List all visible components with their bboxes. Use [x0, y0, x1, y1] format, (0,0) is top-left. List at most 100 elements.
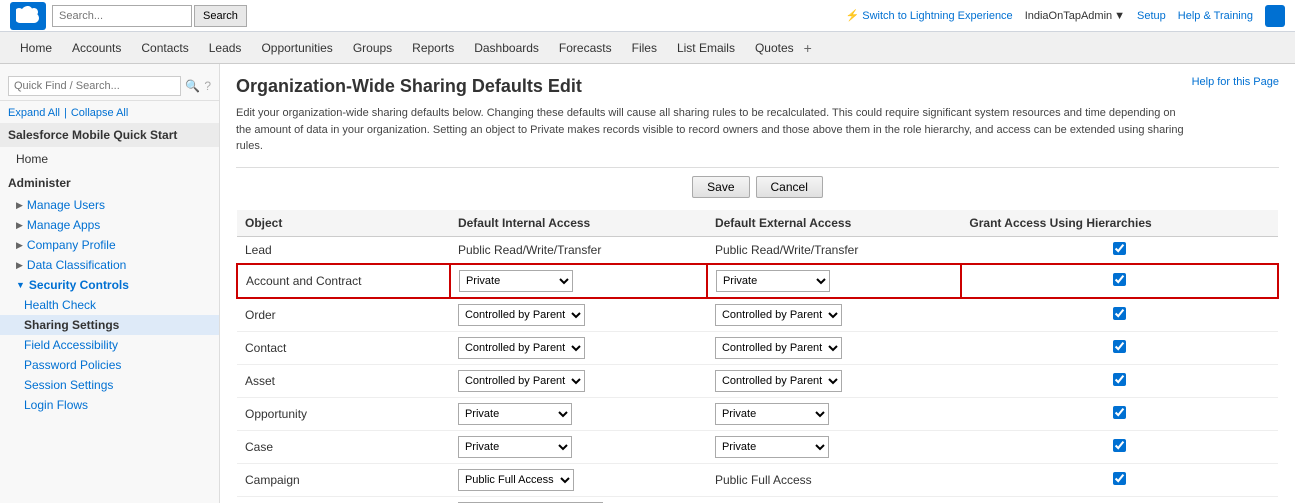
sidebar-item-field-accessibility[interactable]: Field Accessibility	[0, 335, 219, 355]
hierarchy-checkbox[interactable]	[1113, 439, 1126, 452]
nav-more-icon[interactable]: +	[804, 40, 812, 56]
external-access-select[interactable]: Controlled by ParentPrivatePublic Read O…	[715, 337, 842, 359]
sidebar-item-manage-apps[interactable]: ▶ Manage Apps	[0, 215, 219, 235]
col-hierarchy: Grant Access Using Hierarchies	[961, 210, 1278, 237]
sidebar-item-login-flows[interactable]: Login Flows	[0, 395, 219, 415]
sidebar-item-password-policies[interactable]: Password Policies	[0, 355, 219, 375]
cell-external-access[interactable]: PrivatePublic Read OnlyPublic Read/Write	[707, 430, 961, 463]
main-nav: Home Accounts Contacts Leads Opportuniti…	[0, 32, 1295, 64]
external-access-select[interactable]: PrivatePublic Read OnlyPublic Read/Write	[715, 436, 829, 458]
layout: 🔍 ? Expand All | Collapse All Salesforce…	[0, 64, 1295, 503]
sidebar-administer-header: Administer	[0, 171, 219, 195]
hierarchy-checkbox[interactable]	[1113, 340, 1126, 353]
cell-object: Campaign Member	[237, 496, 450, 503]
nav-dashboards[interactable]: Dashboards	[464, 35, 549, 61]
sidebar-item-sharing-settings[interactable]: Sharing Settings	[0, 315, 219, 335]
cell-internal-access[interactable]: Controlled by ParentPrivatePublic Read O…	[450, 364, 707, 397]
table-row: CasePrivatePublic Read OnlyPublic Read/W…	[237, 430, 1278, 463]
cell-internal-access[interactable]: PrivatePublic Read OnlyPublic Read/Write	[450, 430, 707, 463]
table-row: LeadPublic Read/Write/TransferPublic Rea…	[237, 236, 1278, 264]
cell-hierarchy[interactable]	[961, 496, 1278, 503]
cell-external-access[interactable]: Controlled by ParentPrivatePublic Read O…	[707, 298, 961, 332]
nav-groups[interactable]: Groups	[343, 35, 402, 61]
cell-hierarchy[interactable]	[961, 463, 1278, 496]
nav-files[interactable]: Files	[622, 35, 667, 61]
search-icon[interactable]: 🔍	[185, 79, 200, 93]
sidebar-item-company-profile[interactable]: ▶ Company Profile	[0, 235, 219, 255]
nav-reports[interactable]: Reports	[402, 35, 464, 61]
sidebar-expand-collapse: Expand All | Collapse All	[0, 105, 219, 123]
cell-hierarchy[interactable]	[961, 298, 1278, 332]
col-object: Object	[237, 210, 450, 237]
cell-internal-access[interactable]: PrivatePublic Read OnlyPublic Read/Write	[450, 264, 707, 298]
collapse-all-link[interactable]: Collapse All	[71, 107, 128, 119]
user-dropdown[interactable]: IndiaOnTapAdmin ▼	[1025, 10, 1125, 22]
sidebar-search-input[interactable]	[8, 76, 181, 96]
internal-access-select[interactable]: Controlled by ParentPrivatePublic Read O…	[458, 304, 585, 326]
cell-internal-access[interactable]: Controlled by ParentPrivatePublic Read O…	[450, 331, 707, 364]
switch-lightning-link[interactable]: ⚡ Switch to Lightning Experience	[846, 9, 1013, 22]
sidebar-item-data-classification[interactable]: ▶ Data Classification	[0, 255, 219, 275]
cell-external-access[interactable]: PrivatePublic Read OnlyPublic Read/Write	[707, 397, 961, 430]
nav-forecasts[interactable]: Forecasts	[549, 35, 622, 61]
nav-quotes[interactable]: Quotes	[745, 35, 804, 61]
search-button[interactable]: Search	[194, 5, 247, 27]
cell-hierarchy[interactable]	[961, 331, 1278, 364]
internal-access-select[interactable]: Controlled by ParentPrivatePublic Read O…	[458, 370, 585, 392]
internal-access-select[interactable]: PrivatePublic Read OnlyPublic Read/Write	[458, 403, 572, 425]
cell-external-access[interactable]: Controlled by ParentPrivatePublic Read O…	[707, 331, 961, 364]
external-access-select[interactable]: Controlled by ParentPrivatePublic Read O…	[715, 304, 842, 326]
nav-contacts[interactable]: Contacts	[131, 35, 198, 61]
external-access-select[interactable]: PrivatePublic Read OnlyPublic Read/Write	[715, 403, 829, 425]
cell-internal-access[interactable]: Public Full AccessPublic Read/WritePubli…	[450, 463, 707, 496]
hierarchy-checkbox[interactable]	[1113, 373, 1126, 386]
top-action-button[interactable]	[1265, 5, 1285, 27]
internal-access-select[interactable]: Public Full AccessPublic Read/WritePubli…	[458, 469, 574, 491]
page-description: Edit your organization-wide sharing defa…	[236, 105, 1186, 155]
page-header-row: Organization-Wide Sharing Defaults Edit …	[236, 76, 1279, 105]
external-access-select[interactable]: PrivatePublic Read OnlyPublic Read/Write	[716, 270, 830, 292]
sidebar-item-security-controls[interactable]: ▼ Security Controls	[0, 275, 219, 295]
nav-home[interactable]: Home	[10, 35, 62, 61]
cell-hierarchy[interactable]	[961, 364, 1278, 397]
sidebar-item-health-check[interactable]: Health Check	[0, 295, 219, 315]
sidebar-item-manage-users[interactable]: ▶ Manage Users	[0, 195, 219, 215]
main-content: Organization-Wide Sharing Defaults Edit …	[220, 64, 1295, 503]
expand-all-link[interactable]: Expand All	[8, 107, 60, 119]
cell-hierarchy[interactable]	[961, 430, 1278, 463]
internal-access-select[interactable]: PrivatePublic Read OnlyPublic Read/Write	[459, 270, 573, 292]
cell-external-access[interactable]: Controlled by ParentPrivatePublic Read O…	[707, 364, 961, 397]
hierarchy-checkbox[interactable]	[1113, 242, 1126, 255]
hierarchy-checkbox[interactable]	[1113, 472, 1126, 485]
internal-access-select[interactable]: PrivatePublic Read OnlyPublic Read/Write	[458, 436, 572, 458]
cell-hierarchy[interactable]	[961, 236, 1278, 264]
nav-leads[interactable]: Leads	[199, 35, 252, 61]
dropdown-arrow-icon: ▼	[1114, 10, 1125, 22]
sidebar-item-session-settings[interactable]: Session Settings	[0, 375, 219, 395]
cell-hierarchy[interactable]	[961, 264, 1278, 298]
help-link[interactable]: Help & Training	[1178, 10, 1253, 22]
external-access-select[interactable]: Controlled by ParentPrivatePublic Read O…	[715, 370, 842, 392]
hierarchy-checkbox[interactable]	[1113, 307, 1126, 320]
cell-internal-access[interactable]: PrivatePublic Read OnlyPublic Read/Write	[450, 397, 707, 430]
cell-internal-access[interactable]: Controlled by ParentPrivatePublic Read O…	[450, 298, 707, 332]
hierarchy-checkbox[interactable]	[1113, 273, 1126, 286]
setup-link[interactable]: Setup	[1137, 10, 1166, 22]
table-row: CampaignPublic Full AccessPublic Read/Wr…	[237, 463, 1278, 496]
help-icon: ?	[204, 79, 211, 93]
save-button[interactable]: Save	[692, 176, 749, 198]
nav-list-emails[interactable]: List Emails	[667, 35, 745, 61]
table-row: ContactControlled by ParentPrivatePublic…	[237, 331, 1278, 364]
hierarchy-checkbox[interactable]	[1113, 406, 1126, 419]
nav-accounts[interactable]: Accounts	[62, 35, 131, 61]
cell-internal-access[interactable]: Controlled by Campaign	[450, 496, 707, 503]
internal-access-select[interactable]: Controlled by ParentPrivatePublic Read O…	[458, 337, 585, 359]
cell-object: Lead	[237, 236, 450, 264]
help-for-page-link[interactable]: Help for this Page	[1192, 76, 1279, 88]
search-input[interactable]	[52, 5, 192, 27]
cell-hierarchy[interactable]	[961, 397, 1278, 430]
cancel-button[interactable]: Cancel	[756, 176, 823, 198]
cell-external-access[interactable]: PrivatePublic Read OnlyPublic Read/Write	[707, 264, 961, 298]
nav-opportunities[interactable]: Opportunities	[251, 35, 342, 61]
lightning-icon: ⚡	[846, 9, 860, 22]
